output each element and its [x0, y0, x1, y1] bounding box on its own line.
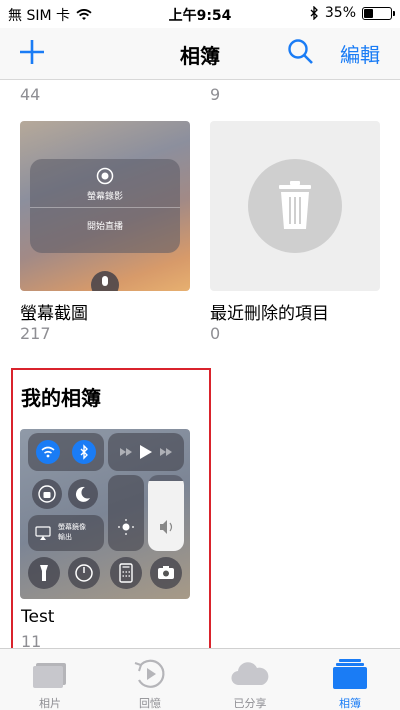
tab-albums[interactable]: 相簿: [300, 649, 400, 710]
album-count: 0: [210, 324, 221, 343]
play-icon: [120, 445, 172, 459]
memories-icon: [134, 659, 165, 688]
tab-label: 相片: [39, 697, 61, 710]
album-thumbnail-recently-deleted[interactable]: [210, 121, 380, 291]
trash-icon: [248, 159, 342, 253]
album-thumbnail-test[interactable]: 螢幕鏡像 輸出: [20, 429, 190, 599]
tab-bar: 相片 回憶 已分享 相簿: [0, 648, 400, 710]
album-count: 9: [210, 85, 221, 104]
album-count: 217: [20, 324, 51, 343]
shared-icon: [231, 662, 269, 686]
microphone-icon: [91, 271, 119, 291]
music-tile: [108, 433, 184, 471]
tab-label: 回憶: [139, 697, 161, 710]
album-title[interactable]: 最近刪除的項目: [210, 299, 329, 324]
status-right: 35%: [310, 5, 395, 21]
album-thumbnail-screenshots[interactable]: 螢幕錄影 開始直播: [20, 121, 190, 291]
section-title: 我的相簿: [21, 386, 101, 410]
thumb-text: 輸出: [58, 533, 72, 541]
timer-icon: [68, 557, 100, 589]
tab-memories[interactable]: 回憶: [100, 649, 200, 710]
thumb-text: 螢幕錄影: [86, 192, 123, 202]
album-title[interactable]: 螢幕截圖: [20, 299, 88, 324]
volume-slider: [148, 475, 184, 551]
tab-label: 已分享: [233, 697, 267, 710]
status-bar: 無 SIM 卡 上午9:54 35%: [0, 0, 400, 28]
bluetooth-icon: [310, 6, 318, 20]
wifi-icon: [36, 440, 60, 464]
rotation-lock-icon: [32, 479, 62, 509]
battery-icon: [362, 6, 395, 20]
thumb-text: 開始直播: [86, 222, 123, 232]
battery-cap: [393, 10, 395, 16]
screen-mirroring-tile: 螢幕鏡像 輸出: [28, 515, 104, 551]
search-icon[interactable]: [286, 37, 316, 67]
flashlight-icon: [28, 557, 60, 589]
camera-icon: [150, 557, 182, 589]
tab-photos[interactable]: 相片: [0, 649, 100, 710]
nav-bar: 相簿 編輯: [0, 28, 400, 80]
album-title[interactable]: Test: [21, 607, 54, 627]
speaker-icon: [160, 520, 173, 534]
battery-percent: 35%: [324, 5, 356, 21]
bluetooth-icon: [72, 440, 96, 464]
album-count: 44: [20, 85, 41, 104]
tab-shared[interactable]: 已分享: [200, 649, 300, 710]
connectivity-tile: [28, 433, 104, 471]
photos-icon: [33, 663, 66, 688]
thumb-text: 螢幕鏡像: [58, 523, 86, 531]
control-panel-preview: 螢幕錄影 開始直播: [30, 159, 180, 253]
divider: [30, 207, 180, 208]
moon-icon: [68, 479, 98, 509]
airplay-icon: [35, 526, 51, 540]
tab-label: 相簿: [339, 697, 361, 710]
record-icon: [30, 167, 180, 189]
calculator-icon: [110, 557, 142, 589]
brightness-slider: [108, 475, 144, 551]
albums-icon: [333, 659, 367, 689]
edit-button[interactable]: 編輯: [340, 39, 380, 68]
battery-fill: [364, 8, 374, 18]
